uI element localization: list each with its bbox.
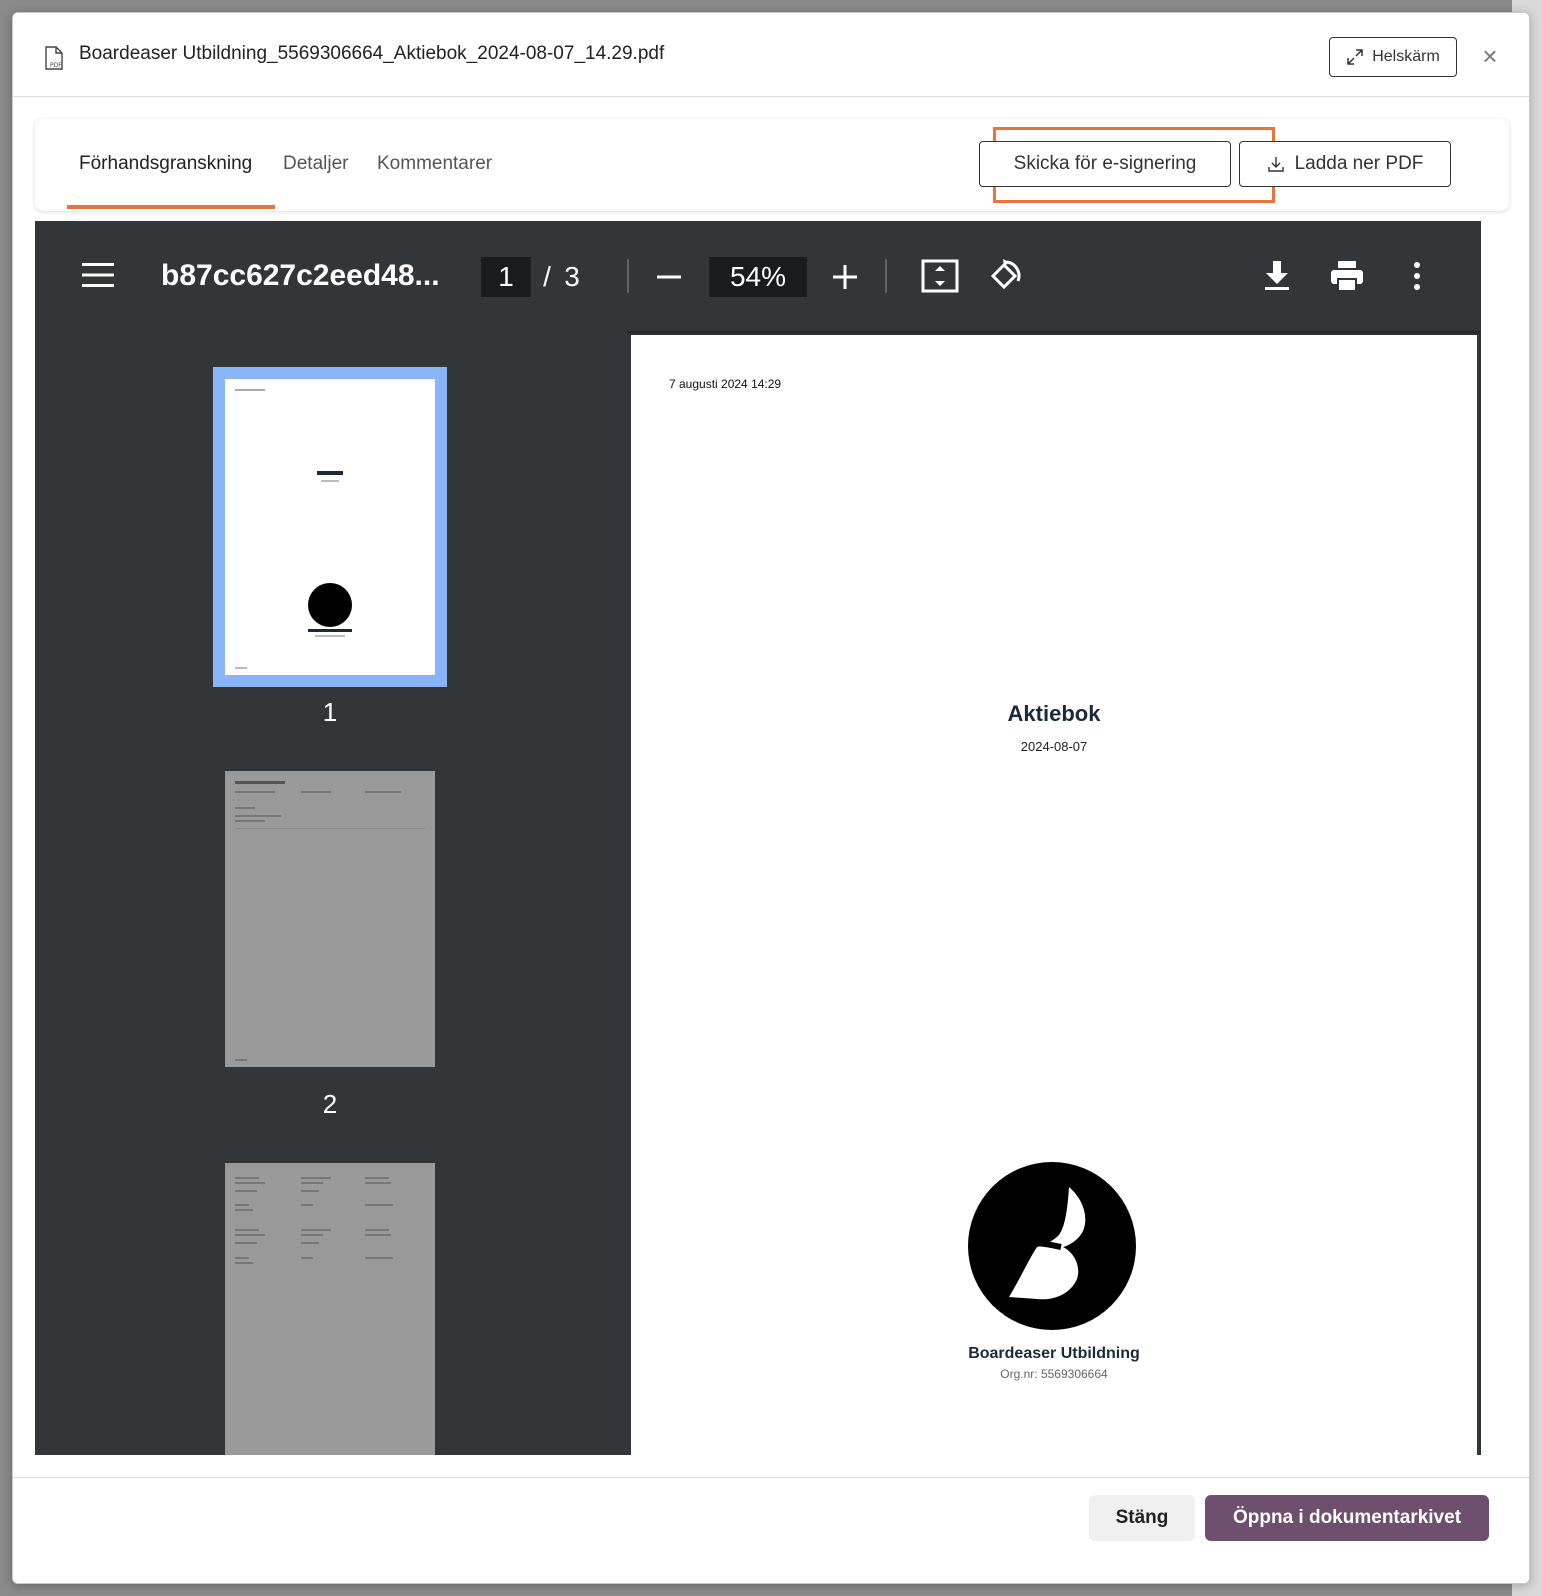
page-number-input[interactable]: 1 — [481, 257, 531, 297]
pdf-page: 7 augusti 2024 14:29 Aktiebok 2024-08-07… — [631, 335, 1477, 1455]
modal-header: PDF Boardeaser Utbildning_5569306664_Akt… — [13, 13, 1529, 97]
thumbnail-preview — [235, 781, 425, 1061]
esign-label: Skicka för e-signering — [1013, 153, 1197, 174]
file-title: Boardeaser Utbildning_5569306664_Aktiebo… — [79, 43, 665, 64]
zoom-out-icon[interactable] — [655, 263, 683, 291]
thumbnail-2[interactable] — [225, 771, 435, 1067]
tab-bar: Förhandsgranskning Detaljer Kommentarer … — [35, 119, 1509, 211]
page-date: 2024-08-07 — [1020, 739, 1088, 754]
page-separator: / — [543, 261, 551, 292]
tab-preview[interactable]: Förhandsgranskning — [79, 153, 252, 175]
modal-footer: Stäng Öppna i dokumentarkivet — [13, 1477, 1529, 1583]
thumbnail-1[interactable] — [213, 367, 447, 687]
pdf-file-icon: PDF — [45, 46, 63, 70]
thumbnail-preview — [235, 389, 352, 669]
close-button[interactable]: Stäng — [1089, 1495, 1195, 1541]
company-orgnr: Org.nr: 5569306664 — [1000, 1367, 1108, 1381]
thumbnail-number: 2 — [322, 1089, 338, 1119]
download-pdf-label: Ladda ner PDF — [1294, 153, 1424, 174]
tab-comments[interactable]: Kommentarer — [377, 153, 492, 175]
thumbnail-page — [225, 1163, 435, 1455]
zoom-in-icon[interactable] — [831, 263, 859, 291]
svg-text:PDF: PDF — [50, 62, 62, 69]
zoom-level-input[interactable]: 54% — [709, 257, 807, 297]
open-in-archive-button[interactable]: Öppna i dokumentarkivet — [1205, 1495, 1489, 1541]
print-icon[interactable] — [1329, 259, 1365, 293]
page-title: Aktiebok — [1007, 701, 1101, 726]
page-timestamp: 7 augusti 2024 14:29 — [669, 377, 782, 391]
page-total: 3 — [564, 261, 580, 292]
fit-page-icon[interactable] — [921, 259, 959, 293]
company-name: Boardeaser Utbildning — [968, 1345, 1140, 1362]
rotate-icon[interactable] — [985, 257, 1023, 295]
toolbar-divider — [627, 259, 629, 293]
pdf-doc-name: b87cc627c2eed48... — [161, 259, 440, 292]
menu-icon[interactable] — [81, 261, 115, 289]
document-preview-modal: PDF Boardeaser Utbildning_5569306664_Akt… — [12, 12, 1530, 1584]
close-icon[interactable]: × — [1475, 41, 1505, 71]
thumbnail-number: 1 — [322, 697, 338, 727]
company-logo — [968, 1162, 1136, 1330]
fullscreen-button[interactable]: Helskärm — [1329, 37, 1457, 77]
active-tab-indicator — [67, 205, 275, 209]
download-icon[interactable] — [1263, 259, 1291, 293]
thumbnail-page — [225, 379, 435, 675]
more-icon[interactable] — [1409, 261, 1425, 291]
thumbnail-pane: 1 2 — [35, 331, 627, 1455]
download-icon — [1267, 157, 1284, 172]
thumbnail-preview — [235, 1177, 393, 1264]
toolbar-divider — [885, 259, 887, 293]
thumbnail-3[interactable] — [225, 1163, 435, 1455]
expand-icon — [1347, 49, 1363, 65]
pdf-toolbar: b87cc627c2eed48... 1 / 3 54% — [35, 221, 1481, 331]
download-pdf-button[interactable]: Ladda ner PDF — [1239, 141, 1451, 187]
thumbnail-page — [225, 771, 435, 1067]
pdf-viewer: b87cc627c2eed48... 1 / 3 54% 1 2 7 augus… — [35, 221, 1481, 1455]
fullscreen-label: Helskärm — [1372, 48, 1440, 65]
send-for-esign-button[interactable]: Skicka för e-signering — [979, 141, 1231, 187]
tab-details[interactable]: Detaljer — [283, 153, 348, 175]
